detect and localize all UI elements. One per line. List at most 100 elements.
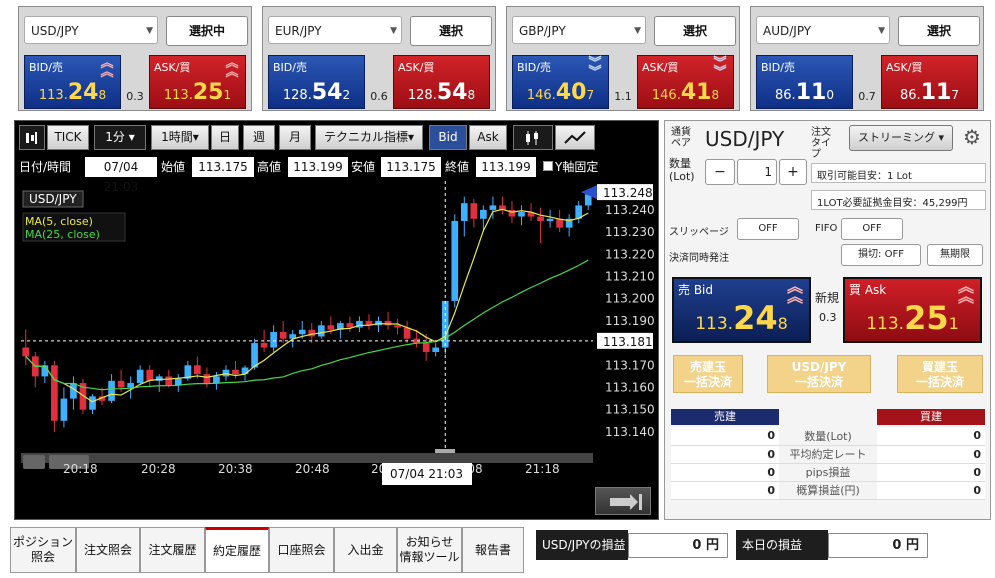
tab-7[interactable]: 報告書 xyxy=(462,527,524,573)
y-tick-label: 113.160 xyxy=(605,380,655,394)
y-tick-label: 113.170 xyxy=(605,358,655,372)
buy-value: 0 xyxy=(877,445,985,464)
sell-value: 0 xyxy=(671,445,779,464)
ask-price-button[interactable]: ASK/買 ︽ ︽ 113.251 xyxy=(149,55,246,109)
candle-body xyxy=(117,380,125,388)
slippage-toggle[interactable]: OFF xyxy=(737,218,799,240)
ask-toggle[interactable]: Ask xyxy=(469,125,507,150)
month-button[interactable]: 月 xyxy=(279,125,311,150)
position-row: 0 平均約定レート 0 xyxy=(671,445,985,464)
tab-3[interactable]: 約定履歴 xyxy=(205,527,269,573)
y-axis-fix-checkbox[interactable]: Y軸固定 xyxy=(543,157,598,177)
low-label: 安値 xyxy=(351,160,376,174)
high-value: 113.199 xyxy=(288,157,348,177)
candle-body xyxy=(394,325,401,328)
candle-body xyxy=(403,327,411,339)
qty-input[interactable]: 1 xyxy=(737,159,777,185)
chevron-down-icon: ▼ xyxy=(634,26,641,36)
x-tick-label: 20:38 xyxy=(218,462,253,476)
select-pair-button[interactable]: 選択中 xyxy=(166,16,248,46)
y-tick-label: 113.190 xyxy=(605,314,655,328)
close-all-buy-button[interactable]: 買建玉 一括決済 xyxy=(897,355,983,393)
ask-price: 128.548 xyxy=(407,80,476,105)
close-all-sell-button[interactable]: 売建玉 一括決済 xyxy=(673,355,743,393)
y-tick-label: 113.140 xyxy=(605,425,655,439)
bid-price-button[interactable]: BID/売 ︽ ︽ 113.248 xyxy=(24,55,121,109)
buy-ask-button[interactable]: 買 Ask ︽ ︽ 113.251 xyxy=(843,277,982,343)
close-all-pair-button[interactable]: USD/JPY 一括決済 xyxy=(767,355,871,393)
tab-0[interactable]: ポジション 照会 xyxy=(10,527,76,573)
tick-button[interactable]: TICK xyxy=(47,125,89,150)
week-button[interactable]: 週 xyxy=(243,125,275,150)
ask-price-button[interactable]: ASK/買 ︾ ︾ 146.418 xyxy=(637,55,734,109)
tab-6[interactable]: お知らせ 情報ツール xyxy=(397,527,462,573)
fifo-label: FIFO xyxy=(815,223,838,234)
bid-price-button[interactable]: BID/売 128.542 xyxy=(268,55,365,109)
line-chart-icon[interactable] xyxy=(555,125,595,150)
settings-gear-icon[interactable]: ⚙ xyxy=(959,125,985,151)
chart-type-icon[interactable] xyxy=(19,125,45,150)
tab-2[interactable]: 注文履歴 xyxy=(140,527,205,573)
bid-price-button[interactable]: BID/売 ︾ ︾ 146.407 xyxy=(512,55,609,109)
buy-value: 0 xyxy=(877,427,985,446)
close-label: 終値 xyxy=(445,160,470,174)
day-button[interactable]: 日 xyxy=(211,125,239,150)
candle-body xyxy=(60,398,68,421)
candle-body xyxy=(89,396,96,410)
high-label: 高値 xyxy=(257,160,282,174)
select-pair-button[interactable]: 選択 xyxy=(410,16,492,46)
select-pair-button[interactable]: 選択 xyxy=(654,16,736,46)
candle-body xyxy=(232,369,239,375)
candle-body xyxy=(136,369,144,384)
tab-5[interactable]: 入出金 xyxy=(334,527,397,573)
quote-panel-gbp-jpy: GBP/JPY ▼ 選択 BID/売 ︾ ︾ 146.407 1.1 ASK/買 ︾ ︾ 146.41… xyxy=(506,6,740,111)
buy-ask-label: 買 Ask xyxy=(849,283,887,297)
legend-item: MA(5, close) xyxy=(25,215,93,228)
expiry-select[interactable]: 無期限 xyxy=(927,244,983,266)
pair-select[interactable]: EUR/JPY ▼ xyxy=(268,16,402,44)
candle-body xyxy=(146,369,154,381)
interval-select[interactable]: 1分 ▾ xyxy=(94,125,146,150)
bid-price-button[interactable]: BID/売 86.110 xyxy=(756,55,853,109)
ask-price-button[interactable]: ASK/買 128.548 xyxy=(393,55,490,109)
pair-select[interactable]: GBP/JPY ▼ xyxy=(512,16,646,44)
loss-cut-toggle[interactable]: 損切: OFF xyxy=(841,244,921,266)
y-tick-label: 113.240 xyxy=(605,203,655,217)
bid-toggle[interactable]: Bid xyxy=(429,125,467,150)
candle-body xyxy=(260,343,268,348)
candle-body xyxy=(518,212,525,217)
pair-select[interactable]: USD/JPY ▼ xyxy=(24,16,158,44)
buy-value: 0 xyxy=(877,481,985,500)
order-type-label: 注文タイプ xyxy=(811,127,831,160)
candle-chart-icon[interactable] xyxy=(513,125,553,150)
bid-price: 113.248 xyxy=(38,80,107,105)
qty-plus-button[interactable]: + xyxy=(779,159,807,185)
down-arrow-icon: ︾ ︾ xyxy=(713,56,727,80)
order-type-select[interactable]: ストリーミング ▾ xyxy=(849,125,953,151)
scroll-to-latest-button[interactable] xyxy=(595,487,651,515)
x-tick-label: 21:18 xyxy=(525,462,560,476)
ask-price-button[interactable]: ASK/買 86.117 xyxy=(881,55,978,109)
up-arrow-icon: ︽ ︽ xyxy=(100,56,114,80)
tab-4[interactable]: 口座照会 xyxy=(269,527,334,573)
bid-price: 128.542 xyxy=(282,80,351,105)
indicator-select[interactable]: テクニカル指標▾ xyxy=(315,125,423,150)
row-label: 平均約定レート xyxy=(779,445,877,464)
candle-body xyxy=(241,367,249,375)
candle-body xyxy=(317,325,325,337)
period-select[interactable]: 1時間▾ xyxy=(151,125,209,150)
row-label: 概算損益(円) xyxy=(779,481,877,500)
scroll-left-button xyxy=(23,455,45,469)
up-arrow-icon: ︽ ︽ xyxy=(225,56,239,80)
row-label: 数量(Lot) xyxy=(779,427,877,446)
pair-select[interactable]: AUD/JPY ▼ xyxy=(756,16,890,44)
tab-1[interactable]: 注文照会 xyxy=(76,527,140,573)
candlestick-chart[interactable]: 113.240 113.230 113.220 113.210 113.200 113.1… xyxy=(15,181,658,519)
sell-position-header: 売建 xyxy=(671,409,779,425)
sell-bid-button[interactable]: 売 Bid ︽ ︽ 113.248 xyxy=(672,277,811,343)
select-pair-button[interactable]: 選択 xyxy=(898,16,980,46)
candle-body xyxy=(22,347,30,357)
fifo-toggle[interactable]: OFF xyxy=(841,218,903,240)
candle-body xyxy=(165,376,173,386)
qty-minus-button[interactable]: − xyxy=(705,159,735,185)
